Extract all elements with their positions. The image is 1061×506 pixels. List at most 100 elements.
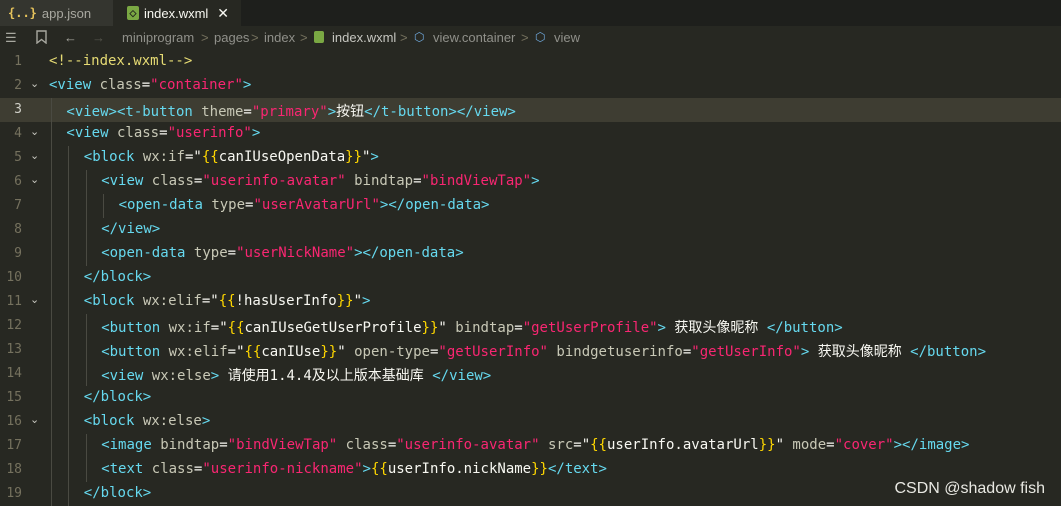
breadcrumb-item-view-container[interactable]: view.container bbox=[433, 30, 515, 45]
token-br: {{ bbox=[370, 461, 388, 477]
token-tag: <view bbox=[101, 173, 152, 189]
token-pun: =" bbox=[201, 293, 219, 309]
breadcrumb-item-pages[interactable]: pages bbox=[214, 30, 249, 45]
code-line[interactable]: 10 </block> bbox=[0, 266, 1061, 290]
editor-tab-bar: {..} app.json ◇ index.wxml ✕ bbox=[0, 0, 1061, 26]
code-text: </view> bbox=[101, 221, 160, 237]
token-tag: </text> bbox=[547, 461, 607, 477]
code-line[interactable]: 17 <image bindtap="bindViewTap" class="us… bbox=[0, 434, 1061, 458]
token-attr: bindtap bbox=[160, 437, 220, 453]
token-tag: </view> bbox=[423, 368, 492, 384]
tab-index-wxml[interactable]: ◇ index.wxml ✕ bbox=[113, 0, 241, 26]
line-number: 5 bbox=[14, 150, 22, 165]
code-line[interactable]: 12 <button wx:if="{{canIUseGetUserProfile… bbox=[0, 314, 1061, 338]
close-icon[interactable]: ✕ bbox=[217, 5, 229, 22]
token-attr: class bbox=[116, 125, 160, 141]
token-tag: <image bbox=[101, 437, 161, 453]
fold-chevron-icon[interactable]: ⌄ bbox=[30, 413, 42, 426]
token-tag: </t-button></view> bbox=[364, 104, 516, 120]
code-editor[interactable]: 1 <!--index.wxml--> 2 ⌄ <view class="contain… bbox=[0, 50, 1061, 506]
token-pun: " bbox=[353, 293, 362, 309]
code-line[interactable]: 9 <open-data type="userNickName"></open-d… bbox=[0, 242, 1061, 266]
token-var: userInfo.avatarUrl bbox=[606, 437, 759, 453]
breadcrumb-item-miniprogram[interactable]: miniprogram bbox=[122, 30, 194, 45]
code-text: <view class="userinfo-avatar" bindtap="b… bbox=[101, 173, 539, 189]
code-line[interactable]: 16 ⌄ <block wx:else> bbox=[0, 410, 1061, 434]
code-line[interactable]: 13 <button wx:elif="{{canIUse}}" open-typ… bbox=[0, 338, 1061, 362]
list-icon[interactable]: ☰ bbox=[5, 30, 17, 46]
code-text: </block> bbox=[84, 269, 151, 285]
code-line[interactable]: 4 ⌄ <view class="userinfo"> bbox=[0, 122, 1061, 146]
code-text: <!--index.wxml--> bbox=[49, 53, 192, 69]
indent-guide bbox=[85, 314, 87, 338]
token-pun: " bbox=[438, 320, 447, 336]
breadcrumb-separator: > bbox=[400, 30, 408, 45]
code-text: </block> bbox=[84, 485, 151, 501]
breadcrumb-separator: > bbox=[300, 30, 308, 45]
breadcrumb-item-view[interactable]: view bbox=[554, 30, 580, 45]
fold-chevron-icon[interactable]: ⌄ bbox=[30, 149, 42, 162]
token-str: "userinfo-nickname" bbox=[202, 461, 363, 477]
code-line[interactable]: 5 ⌄ <block wx:if="{{canIUseOpenData}}"> bbox=[0, 146, 1061, 170]
token-attr: wx:if bbox=[142, 149, 185, 165]
fold-chevron-icon[interactable]: ⌄ bbox=[30, 173, 42, 186]
token-br: }} bbox=[531, 461, 548, 477]
indent-guide bbox=[51, 410, 52, 434]
line-number: 16 bbox=[6, 414, 22, 429]
code-text: <button wx:elif="{{canIUse}}" open-type=… bbox=[101, 341, 986, 361]
token-tag: <text bbox=[101, 461, 152, 477]
bookmark-icon[interactable] bbox=[36, 30, 47, 47]
breadcrumb-separator: > bbox=[521, 30, 529, 45]
token-br: }} bbox=[320, 344, 338, 360]
fold-chevron-icon[interactable]: ⌄ bbox=[30, 125, 42, 138]
indent-guide bbox=[85, 194, 87, 218]
indent-guide bbox=[51, 434, 52, 458]
token-tag: > bbox=[201, 413, 211, 429]
indent-guide bbox=[51, 458, 52, 482]
token-br: }} bbox=[336, 293, 354, 309]
tab-label: app.json bbox=[41, 5, 92, 21]
token-txt: 按钮 bbox=[336, 104, 365, 120]
token-tag: ></image> bbox=[893, 437, 970, 453]
token-br: {{ bbox=[201, 149, 219, 165]
code-line[interactable]: 3 <view><t-button theme="primary">按钮</t-b… bbox=[0, 98, 1061, 122]
line-number: 3 bbox=[14, 102, 22, 117]
element-cube-icon: ⬡ bbox=[414, 30, 425, 44]
back-arrow-icon[interactable]: ← bbox=[64, 30, 77, 45]
code-line[interactable]: 15 </block> bbox=[0, 386, 1061, 410]
code-line[interactable]: 2 ⌄ <view class="container"> bbox=[0, 74, 1061, 98]
token-br: {{ bbox=[590, 437, 607, 453]
code-line[interactable]: 6 ⌄ <view class="userinfo-avatar" bindtap=… bbox=[0, 170, 1061, 194]
breadcrumb-item-index[interactable]: index bbox=[264, 30, 295, 45]
code-line[interactable]: 8 </view> bbox=[0, 218, 1061, 242]
fold-chevron-icon[interactable]: ⌄ bbox=[30, 293, 42, 306]
code-line[interactable]: 7 <open-data type="userAvatarUrl"></open-… bbox=[0, 194, 1061, 218]
indent-guide bbox=[51, 242, 52, 266]
token-str: "container" bbox=[150, 77, 243, 93]
token-tag: > bbox=[362, 293, 371, 309]
fold-chevron-icon[interactable]: ⌄ bbox=[30, 77, 42, 90]
line-number: 1 bbox=[14, 54, 22, 69]
token-str: "userAvatarUrl" bbox=[253, 197, 380, 213]
wxml-file-icon bbox=[314, 30, 324, 45]
indent-guide bbox=[51, 194, 52, 218]
line-number: 9 bbox=[14, 246, 22, 261]
code-line[interactable]: 1 <!--index.wxml--> bbox=[0, 50, 1061, 74]
forward-arrow-icon[interactable]: → bbox=[92, 30, 105, 45]
token-tag: ></open-data> bbox=[379, 197, 490, 213]
token-pun: = bbox=[227, 245, 237, 261]
indent-guide bbox=[51, 362, 52, 386]
tab-app-json[interactable]: {..} app.json bbox=[0, 0, 113, 26]
token-attr: theme bbox=[201, 104, 244, 120]
token-tag: </block> bbox=[83, 485, 152, 501]
code-line[interactable]: 18 <text class="userinfo-nickname">{{user… bbox=[0, 458, 1061, 482]
line-number: 15 bbox=[6, 390, 22, 405]
line-number: 7 bbox=[14, 198, 22, 213]
indent-guide bbox=[68, 194, 70, 218]
line-number: 4 bbox=[14, 126, 22, 141]
breadcrumb-item-file[interactable]: index.wxml bbox=[332, 30, 396, 45]
code-line[interactable]: 14 <view wx:else> 请使用1.4.4及以上版本基础库 </view… bbox=[0, 362, 1061, 386]
token-cmt: <!--index.wxml--> bbox=[49, 53, 193, 69]
code-line[interactable]: 11 ⌄ <block wx:elif="{{!hasUserInfo}}"> bbox=[0, 290, 1061, 314]
token-var: canIUseOpenData bbox=[218, 149, 346, 165]
